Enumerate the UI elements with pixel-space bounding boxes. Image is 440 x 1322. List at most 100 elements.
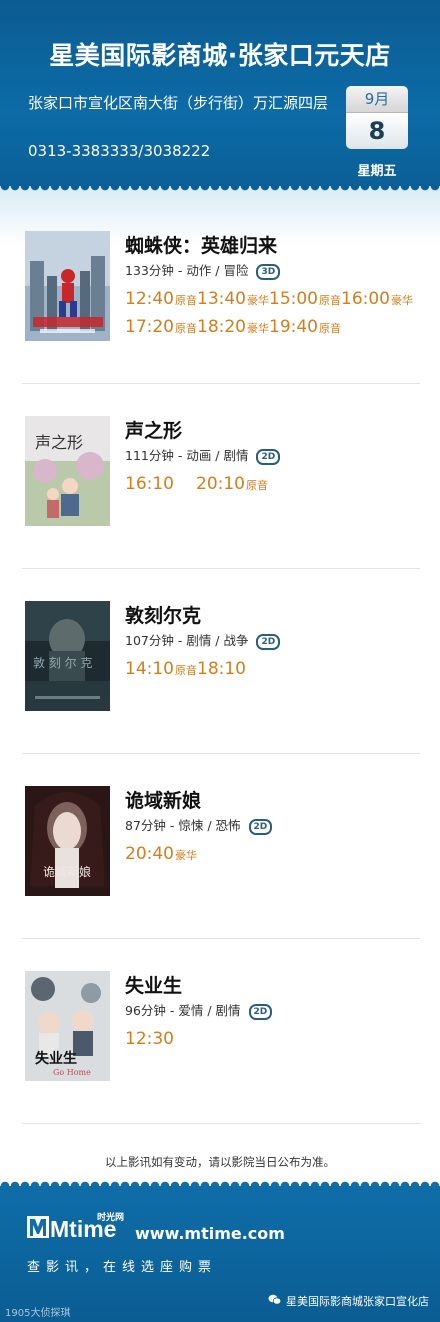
mtime-logo[interactable]: Mtime 时光网: [27, 1210, 127, 1242]
cinema-phone[interactable]: 0313-3383333/3038222: [28, 142, 210, 160]
showtime-time: 18:20: [197, 317, 246, 337]
schedule-notice: 以上影讯如有变动，请以影院当日公布为准。: [105, 1155, 335, 1169]
movie-meta: 87分钟 - 惊悚 / 恐怖 2D: [125, 815, 273, 835]
format-badge: 2D: [248, 819, 273, 835]
calendar-month: 9月: [346, 86, 408, 112]
showtime[interactable]: 19:40原音: [269, 314, 341, 342]
movie-title[interactable]: 蜘蛛侠：英雄归来: [125, 231, 277, 258]
showtime-time: 20:10: [196, 474, 245, 494]
showtimes: 12:40原音13:40豪华15:00原音16:00豪华 17:20原音18:20…: [125, 286, 440, 342]
showtimes: 14:10原音18:10: [125, 656, 440, 684]
cinema-header: 星美国际影商城·张家口元天店 张家口市宣化区南大街（步行街）万汇源四层 0313…: [0, 0, 440, 186]
mtime-slogan: 查影讯，在线选座购票: [27, 1260, 218, 1275]
svg-text:诡域新娘: 诡域新娘: [43, 864, 91, 879]
cinema-title: 星美国际影商城·张家口元天店: [49, 41, 391, 70]
movie-meta: 96分钟 - 爱情 / 剧情 2D: [125, 1000, 273, 1020]
showtime-row: 12:40原音13:40豪华15:00原音16:00豪华: [125, 286, 440, 314]
hall-tag: 原音: [319, 294, 341, 307]
showtime-time: 16:00: [341, 289, 390, 309]
hall-tag: 原音: [175, 322, 197, 335]
hall-tag: 豪华: [247, 294, 269, 307]
calendar-widget: 9月 8: [346, 86, 408, 150]
showtimes: 16:10 20:10原音: [125, 471, 440, 499]
movie-meta: 107分钟 - 剧情 / 战争 2D: [125, 630, 281, 650]
showtime-time: 14:10: [125, 659, 174, 679]
format-badge: 3D: [256, 264, 281, 280]
movie-item[interactable]: 声之形 声之形 111分钟 - 动画 / 剧情 2D 16:10 20:10原音: [0, 387, 440, 572]
showtime[interactable]: 20:10原音: [196, 471, 268, 499]
format-badge: 2D: [256, 449, 281, 465]
silent-voice-poster[interactable]: 声之形: [25, 416, 110, 526]
showtime-time: 12:30: [125, 1029, 174, 1049]
showtime[interactable]: 17:20原音: [125, 314, 197, 342]
cinema-address: 张家口市宣化区南大街（步行街）万汇源四层: [28, 94, 329, 112]
showtime[interactable]: 15:00原音: [269, 286, 341, 314]
showtime-time: 15:00: [269, 289, 318, 309]
svg-text:声之形: 声之形: [35, 433, 83, 452]
movie-title[interactable]: 声之形: [125, 416, 182, 443]
showtime-time: 18:10: [197, 659, 246, 679]
movie-title[interactable]: 敦刻尔克: [125, 601, 201, 628]
movie-item[interactable]: 敦 刻 尔 克 敦刻尔克 107分钟 - 剧情 / 战争 2D 14:10原音18:10: [0, 572, 440, 757]
movie-duration-genre: 133分钟 - 动作 / 冒险: [125, 263, 249, 278]
showtime-time: 20:40: [125, 844, 174, 864]
logo-cn: 时光网: [97, 1211, 124, 1223]
hall-tag: 豪华: [391, 294, 413, 307]
hall-tag: 原音: [246, 479, 268, 492]
showtimes: 12:30: [125, 1026, 440, 1053]
showtime-time: 12:40: [125, 289, 174, 309]
calendar-weekday: 星期五: [357, 164, 397, 179]
showtime-time: 13:40: [197, 289, 246, 309]
calendar-day: 8: [346, 112, 408, 149]
showtime-row: 17:20原音18:20豪华19:40原音: [125, 314, 440, 342]
wechat-icon: [268, 1294, 281, 1305]
showtime[interactable]: 18:20豪华: [197, 314, 269, 342]
movie-title[interactable]: 失业生: [125, 971, 182, 998]
spider-man-poster[interactable]: [25, 231, 110, 341]
showtime-time: 17:20: [125, 317, 174, 337]
movie-item[interactable]: 蜘蛛侠：英雄归来 133分钟 - 动作 / 冒险 3D 12:40原音13:40豪华1…: [0, 202, 440, 387]
showtimes: 20:40豪华: [125, 841, 440, 869]
movie-divider: [22, 568, 420, 569]
hall-tag: 原音: [175, 664, 197, 677]
movie-divider: [22, 1123, 420, 1124]
showtime[interactable]: 14:10原音: [125, 656, 197, 684]
movie-meta: 133分钟 - 动作 / 冒险 3D: [125, 260, 281, 280]
showtime[interactable]: 18:10: [197, 656, 246, 683]
hall-tag: 原音: [319, 322, 341, 335]
showtime-row: 20:40豪华: [125, 841, 440, 869]
hall-tag: 豪华: [175, 849, 197, 862]
showtime[interactable]: 12:40原音: [125, 286, 197, 314]
showtime-row: 16:10 20:10原音: [125, 471, 440, 499]
movie-duration-genre: 107分钟 - 剧情 / 战争: [125, 633, 249, 648]
watermark: 1905大侦探琪: [5, 1308, 71, 1319]
showtime[interactable]: 13:40豪华: [197, 286, 269, 314]
movie-title[interactable]: 诡域新娘: [125, 786, 201, 813]
showtime-time: 19:40: [269, 317, 318, 337]
mtime-website[interactable]: www.mtime.com: [135, 1224, 285, 1243]
graduate-poster[interactable]: 失业生 Go Home: [25, 971, 110, 1081]
bride-poster[interactable]: 诡域新娘: [25, 786, 110, 896]
hall-tag: 原音: [175, 294, 197, 307]
format-badge: 2D: [248, 1004, 273, 1020]
ticket-perforation-bottom: [0, 1178, 440, 1186]
showtime[interactable]: 12:30: [125, 1026, 174, 1053]
movie-divider: [22, 383, 420, 384]
movie-item[interactable]: 失业生 Go Home 失业生 96分钟 - 爱情 / 剧情 2D 12:30: [0, 942, 440, 1127]
movie-item[interactable]: 诡域新娘 诡域新娘 87分钟 - 惊悚 / 恐怖 2D 20:40豪华: [0, 757, 440, 942]
dunkirk-poster[interactable]: 敦 刻 尔 克: [25, 601, 110, 711]
showtime[interactable]: 16:00豪华: [341, 286, 413, 314]
movie-divider: [22, 753, 420, 754]
wechat-account[interactable]: 星美国际影商城张家口宣化店: [286, 1293, 429, 1309]
movie-meta: 111分钟 - 动画 / 剧情 2D: [125, 445, 281, 465]
movie-duration-genre: 96分钟 - 爱情 / 剧情: [125, 1003, 241, 1018]
showtime[interactable]: 16:10: [125, 471, 174, 498]
svg-text:失业生: 失业生: [35, 1050, 77, 1067]
svg-text:敦 刻 尔 克: 敦 刻 尔 克: [33, 655, 92, 670]
ticket-perforation-top: [0, 186, 440, 194]
showtime[interactable]: 20:40豪华: [125, 841, 197, 869]
showtime-row: 14:10原音18:10: [125, 656, 440, 684]
svg-text:Go Home: Go Home: [53, 1068, 91, 1077]
hall-tag: 豪华: [247, 322, 269, 335]
movie-duration-genre: 87分钟 - 惊悚 / 恐怖: [125, 818, 241, 833]
